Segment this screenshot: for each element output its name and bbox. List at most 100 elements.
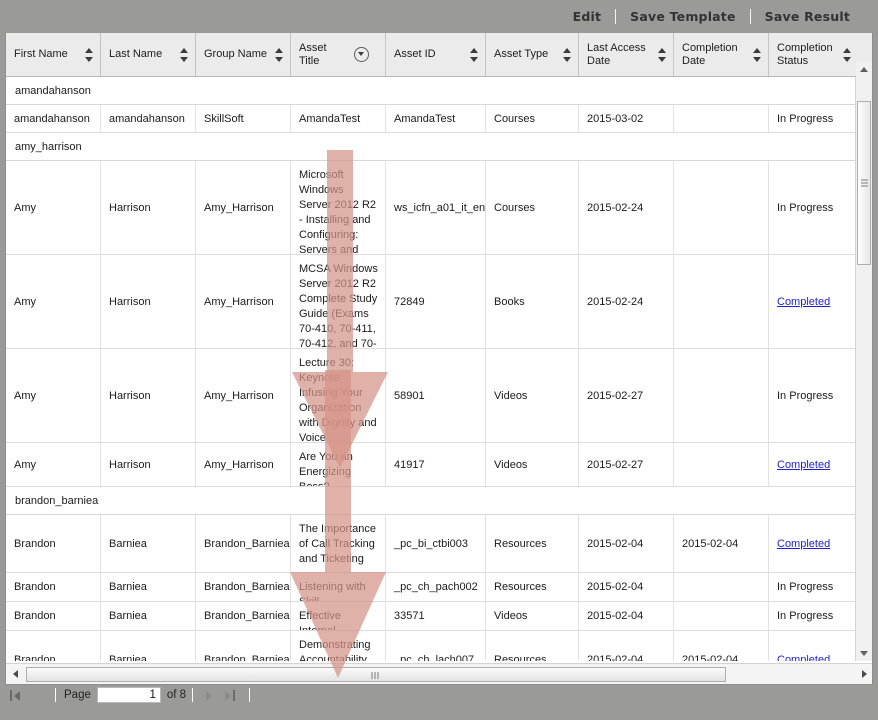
cell-first-name: Brandon	[6, 573, 101, 601]
cell-asset-id: 72849	[386, 255, 486, 348]
column-header-completion-date[interactable]: Completion Date	[674, 33, 769, 76]
cell-group-name: Amy_Harrison	[196, 443, 291, 486]
cell-first-name: amandahanson	[6, 105, 101, 132]
column-header-completion-status[interactable]: Completion Status	[769, 33, 858, 76]
next-page-button[interactable]	[199, 686, 221, 704]
group-header-row[interactable]: brandon_barniea	[6, 487, 873, 515]
sort-updown-icon[interactable]	[563, 48, 572, 62]
cell-text: AmandaTest	[299, 113, 360, 125]
cell-group-name: Amy_Harrison	[196, 349, 291, 442]
cell-last-access-date: 2015-02-04	[579, 602, 674, 630]
cell-text: 2015-02-04	[587, 609, 643, 624]
cell-completion-status: Completed	[769, 443, 858, 486]
save-result-button[interactable]: Save Result	[751, 9, 864, 24]
cell-text: Brandon	[14, 609, 56, 624]
first-page-icon	[10, 690, 12, 701]
cell-completion-date	[674, 602, 769, 630]
filter-circle-down-icon[interactable]	[354, 47, 369, 62]
sort-updown-icon[interactable]	[180, 48, 189, 62]
sort-updown-icon[interactable]	[470, 48, 479, 62]
cell-text: In Progress	[777, 389, 833, 404]
column-header-group-name[interactable]: Group Name	[196, 33, 291, 76]
cell-text: SkillSoft	[204, 112, 244, 127]
column-header-label: Completion Date	[682, 42, 752, 68]
cell-completion-date: 2015-02-04	[674, 631, 769, 661]
table-row[interactable]: AmyHarrisonAmy_HarrisonMCSA Windows Serv…	[6, 255, 873, 349]
cell-completion-status: In Progress	[769, 573, 858, 601]
column-header-last-access-date[interactable]: Last Access Date	[579, 33, 674, 76]
completion-status-link[interactable]: Completed	[777, 458, 830, 473]
completion-status-link[interactable]: Completed	[777, 295, 830, 310]
column-header-asset-title[interactable]: Asset Title	[291, 33, 386, 76]
table-row[interactable]: BrandonBarnieaBrandon_BarnieaEffective I…	[6, 602, 873, 631]
column-header-asset-type[interactable]: Asset Type	[486, 33, 579, 76]
cell-text: _pc_ch_pach002	[394, 580, 478, 595]
cell-text: Videos	[494, 458, 527, 473]
table-row[interactable]: AmyHarrisonAmy_HarrisonAre You an Energi…	[6, 443, 873, 487]
table-row[interactable]: AmyHarrisonAmy_HarrisonMicrosoft Windows…	[6, 161, 873, 255]
completion-status-link[interactable]: Completed	[777, 537, 830, 552]
group-header-row[interactable]: amy_harrison	[6, 133, 873, 161]
cell-text: Amy_Harrison	[204, 389, 274, 404]
cell-asset-title: MCSA Windows Server 2012 R2 Complete Stu…	[291, 255, 386, 348]
pager-bar: Page of 8	[5, 685, 873, 705]
cell-text: amandahanson	[14, 112, 90, 127]
cell-asset-title: Microsoft Windows Server 2012 R2 - Insta…	[291, 161, 386, 254]
horizontal-scrollbar-thumb[interactable]	[26, 667, 726, 682]
cell-text: Harrison	[109, 295, 151, 310]
cell-text: Effective Internal Communications	[299, 610, 375, 630]
column-header-asset-id[interactable]: Asset ID	[386, 33, 486, 76]
cell-first-name: Amy	[6, 161, 101, 254]
horizontal-scrollbar[interactable]	[6, 663, 873, 684]
cell-last-name: Harrison	[101, 255, 196, 348]
page-number-input[interactable]	[97, 687, 161, 703]
table-row[interactable]: amandahansonamandahansonSkillSoftAmandaT…	[6, 105, 873, 133]
table-row[interactable]: AmyHarrisonAmy_HarrisonLecture 30: Keyno…	[6, 349, 873, 443]
sort-updown-icon[interactable]	[85, 48, 94, 62]
cell-asset-type: Videos	[486, 349, 579, 442]
previous-page-button[interactable]	[27, 686, 49, 704]
group-header-row[interactable]: amandahanson	[6, 77, 873, 105]
vertical-scrollbar[interactable]	[855, 77, 872, 661]
scroll-right-button[interactable]	[856, 666, 872, 682]
cell-text: Barniea	[109, 609, 147, 624]
first-page-button[interactable]	[5, 686, 27, 704]
scroll-down-button[interactable]	[856, 645, 872, 661]
completion-status-link[interactable]: Completed	[777, 653, 830, 662]
scroll-up-button[interactable]	[856, 61, 872, 77]
cell-group-name: SkillSoft	[196, 105, 291, 132]
cell-completion-status: In Progress	[769, 349, 858, 442]
sort-updown-icon[interactable]	[658, 48, 667, 62]
cell-asset-id: 41917	[386, 443, 486, 486]
edit-button[interactable]: Edit	[559, 9, 616, 24]
cell-group-name: Brandon_Barniea	[196, 573, 291, 601]
page-label: Page	[64, 689, 91, 701]
last-page-button[interactable]	[221, 686, 243, 704]
table-row[interactable]: BrandonBarnieaBrandon_BarnieaThe Importa…	[6, 515, 873, 573]
vertical-scrollbar-thumb[interactable]	[857, 101, 871, 265]
cell-asset-id: ws_icfn_a01_it_enus	[386, 161, 486, 254]
scroll-left-button[interactable]	[8, 666, 24, 682]
cell-group-name: Amy_Harrison	[196, 255, 291, 348]
cell-first-name: Brandon	[6, 631, 101, 661]
column-header-label: Asset Title	[299, 42, 348, 68]
cell-text: Brandon_Barniea	[204, 580, 290, 595]
sort-updown-icon[interactable]	[275, 48, 284, 62]
cell-text: Amy_Harrison	[204, 458, 274, 473]
column-header-first-name[interactable]: First Name	[6, 33, 101, 76]
table-row[interactable]: BrandonBarnieaBrandon_BarnieaDemonstrati…	[6, 631, 873, 661]
caret-up-icon	[860, 67, 868, 72]
cell-text: Harrison	[109, 458, 151, 473]
sort-updown-icon[interactable]	[753, 48, 762, 62]
column-header-last-name[interactable]: Last Name	[101, 33, 196, 76]
cell-asset-title: Lecture 30: Keynote: Infusing Your Organ…	[291, 349, 386, 442]
sort-updown-icon[interactable]	[843, 48, 852, 62]
save-template-button[interactable]: Save Template	[616, 9, 750, 24]
cell-last-access-date: 2015-02-27	[579, 443, 674, 486]
cell-text: Brandon_Barniea	[204, 537, 290, 552]
cell-text: In Progress	[777, 112, 833, 127]
column-header-label: First Name	[14, 48, 68, 61]
table-row[interactable]: BrandonBarnieaBrandon_BarnieaListening w…	[6, 573, 873, 602]
grid-body: amandahansonamandahansonamandahansonSkil…	[6, 77, 873, 661]
cell-text: Barniea	[109, 537, 147, 552]
